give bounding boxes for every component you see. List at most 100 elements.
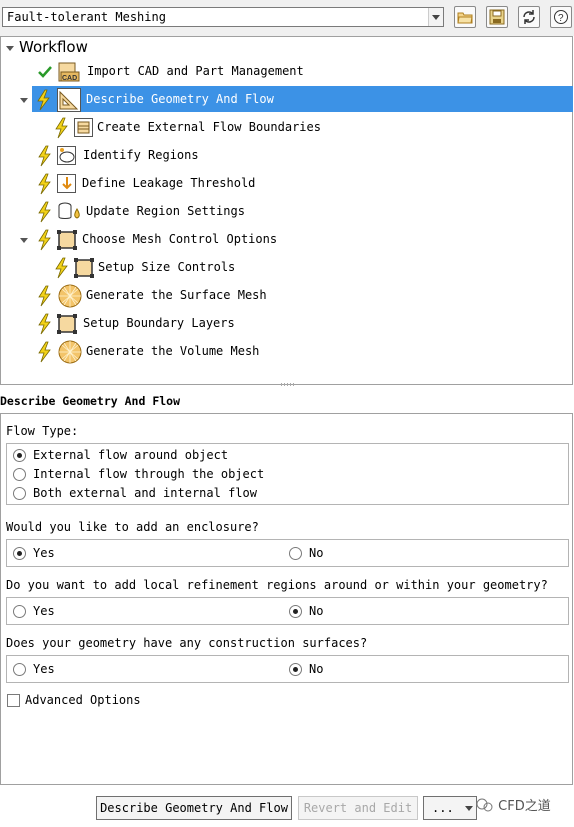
svg-text:CAD: CAD <box>62 75 77 82</box>
leakage-icon <box>57 174 77 194</box>
tree-item-label: Identify Regions <box>83 148 199 162</box>
watermark: CFD之道 <box>476 795 551 814</box>
option-label: External flow around object <box>33 448 229 462</box>
chevron-down-icon <box>465 806 473 811</box>
refinement-question: Do you want to add local refinement regi… <box>6 578 548 592</box>
check-icon <box>37 64 53 80</box>
tree-item-mesh-control-options[interactable]: Choose Mesh Control Options <box>1 227 572 253</box>
refinement-group: Yes No <box>6 597 569 625</box>
radio-external-flow[interactable] <box>13 449 26 462</box>
boundary-icon <box>74 118 94 138</box>
tree-item-label: Setup Boundary Layers <box>83 316 235 330</box>
lightning-icon <box>35 89 53 111</box>
flow-type-label: Flow Type: <box>6 424 79 438</box>
workflow-toolbar: Fault-tolerant Meshing ? <box>0 0 574 36</box>
tree-item-label: Import CAD and Part Management <box>87 64 304 78</box>
lightning-icon <box>53 257 71 279</box>
lightning-icon <box>36 341 54 363</box>
workflow-title: Workflow <box>19 38 88 56</box>
tree-item-external-flow-boundaries[interactable]: Create External Flow Boundaries <box>1 115 572 141</box>
more-options-label: ... <box>432 801 454 815</box>
save-icon <box>489 9 505 25</box>
more-options-dropdown[interactable]: ... <box>423 796 477 820</box>
option-label: Yes <box>33 662 55 676</box>
option-label: Both external and internal flow <box>33 486 257 500</box>
help-icon: ? <box>554 10 568 24</box>
radio-refinement-no[interactable] <box>289 605 302 618</box>
refresh-icon <box>523 10 535 24</box>
tree-item-label: Update Region Settings <box>86 204 245 218</box>
option-label: No <box>309 604 324 618</box>
open-folder-button[interactable] <box>454 6 476 28</box>
lightning-icon <box>36 201 54 223</box>
option-label: No <box>309 662 324 676</box>
save-button[interactable] <box>486 6 508 28</box>
option-label: No <box>309 546 324 560</box>
workflow-type-value: Fault-tolerant Meshing <box>7 10 166 24</box>
open-folder-icon <box>457 12 473 24</box>
workflow-type-dropdown[interactable]: Fault-tolerant Meshing <box>2 7 444 27</box>
workflow-tree: Workflow CAD Import CAD and Part Managem… <box>0 36 573 385</box>
splitter-grip[interactable] <box>281 383 295 386</box>
mesh-control-icon <box>57 230 77 250</box>
help-button[interactable]: ? <box>550 6 572 28</box>
option-label: Yes <box>33 604 55 618</box>
region-settings-icon <box>57 201 83 223</box>
tree-item-describe-geometry[interactable]: Describe Geometry And Flow <box>1 87 572 113</box>
size-controls-icon <box>74 258 94 278</box>
wechat-logo-icon <box>476 798 493 812</box>
svg-text:?: ? <box>558 13 564 24</box>
expand-caret-icon[interactable] <box>20 98 28 103</box>
advanced-options-checkbox[interactable] <box>7 694 20 707</box>
radio-enclosure-yes[interactable] <box>13 547 26 560</box>
enclosure-group: Yes No <box>6 539 569 567</box>
lightning-icon <box>36 285 54 307</box>
lightning-icon <box>36 145 54 167</box>
panel-title: Describe Geometry And Flow <box>0 394 181 408</box>
mesh-sphere-icon <box>58 284 82 308</box>
radio-construction-no[interactable] <box>289 663 302 676</box>
tree-item-leakage-threshold[interactable]: Define Leakage Threshold <box>1 171 572 197</box>
radio-both-flow[interactable] <box>13 487 26 500</box>
boundary-layers-icon <box>57 314 77 334</box>
enclosure-question: Would you like to add an enclosure? <box>6 520 259 534</box>
lightning-icon <box>36 313 54 335</box>
radio-construction-yes[interactable] <box>13 663 26 676</box>
cad-icon: CAD <box>58 61 80 83</box>
radio-refinement-yes[interactable] <box>13 605 26 618</box>
describe-geometry-button[interactable]: Describe Geometry And Flow <box>96 796 292 820</box>
mesh-sphere-icon <box>58 340 82 364</box>
collapse-workflow-icon[interactable] <box>6 46 14 51</box>
tree-item-surface-mesh[interactable]: Generate the Surface Mesh <box>1 283 572 309</box>
tree-item-import-cad[interactable]: CAD Import CAD and Part Management <box>1 59 572 85</box>
refresh-button[interactable] <box>518 6 540 28</box>
tree-item-boundary-layers[interactable]: Setup Boundary Layers <box>1 311 572 337</box>
tree-item-volume-mesh[interactable]: Generate the Volume Mesh <box>1 339 572 365</box>
option-label: Internal flow through the object <box>33 467 265 481</box>
chevron-down-icon[interactable] <box>428 8 443 26</box>
lightning-icon <box>36 173 54 195</box>
tree-item-label: Create External Flow Boundaries <box>97 120 321 134</box>
tree-item-size-controls[interactable]: Setup Size Controls <box>1 255 572 281</box>
tree-item-label: Setup Size Controls <box>98 260 236 274</box>
tree-item-label: Define Leakage Threshold <box>82 176 256 190</box>
radio-internal-flow[interactable] <box>13 468 26 481</box>
advanced-options-label: Advanced Options <box>25 693 141 707</box>
construction-question: Does your geometry have any construction… <box>6 636 368 650</box>
tree-item-label: Choose Mesh Control Options <box>82 232 278 246</box>
tree-item-update-region-settings[interactable]: Update Region Settings <box>1 199 572 225</box>
tree-item-label: Describe Geometry And Flow <box>86 92 274 106</box>
lightning-icon <box>53 117 71 139</box>
construction-group: Yes No <box>6 655 569 683</box>
revert-and-edit-button[interactable]: Revert and Edit <box>298 796 418 820</box>
task-panel: Flow Type: External flow around object I… <box>0 413 573 785</box>
tree-item-identify-regions[interactable]: Identify Regions <box>1 143 572 169</box>
expand-caret-icon[interactable] <box>20 238 28 243</box>
geometry-icon <box>57 88 81 112</box>
radio-enclosure-no[interactable] <box>289 547 302 560</box>
region-icon <box>57 146 77 166</box>
lightning-icon <box>36 229 54 251</box>
tree-item-label: Generate the Surface Mesh <box>86 288 267 302</box>
option-label: Yes <box>33 546 55 560</box>
watermark-text: CFD之道 <box>498 799 551 814</box>
